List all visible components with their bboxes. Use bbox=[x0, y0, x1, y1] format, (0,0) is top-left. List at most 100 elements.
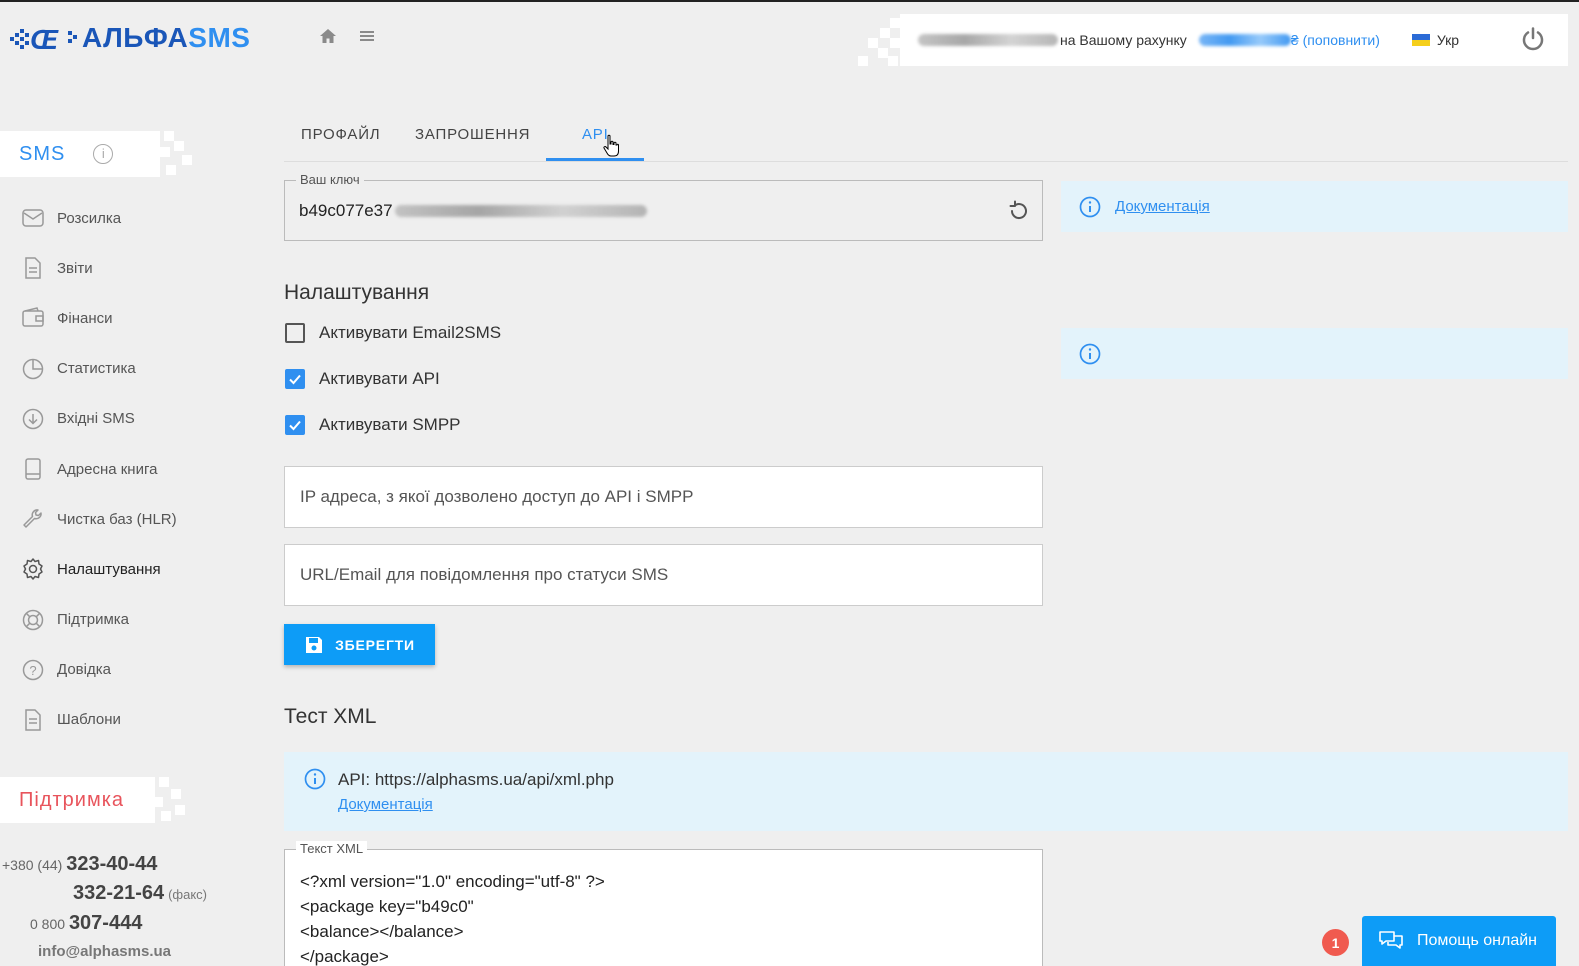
xml-text-field[interactable]: Текст XML <?xml version="1.0" encoding="… bbox=[284, 841, 1043, 966]
info-icon bbox=[304, 768, 326, 790]
online-help-label: Помощь онлайн bbox=[1417, 932, 1537, 949]
gear-icon bbox=[20, 556, 46, 582]
email2sms-checkbox-row[interactable]: Активувати Email2SMS bbox=[285, 323, 501, 343]
sidebar-item-address-book[interactable]: Адресна книга bbox=[20, 444, 177, 494]
xml-line: </package> bbox=[300, 947, 389, 966]
window-top-border bbox=[0, 0, 1579, 2]
sidebar-item-label: Чистка баз (HLR) bbox=[57, 510, 177, 528]
sidebar-item-label: Довідка bbox=[57, 661, 111, 679]
sidebar-menu: Розсилка Звіти Фінанси Статистика Вхідні… bbox=[20, 193, 177, 745]
wrench-icon bbox=[20, 506, 46, 532]
hand-cursor-icon bbox=[603, 134, 619, 157]
phone-number[interactable]: 323-40-44 bbox=[66, 853, 157, 875]
api-key-redacted bbox=[394, 205, 647, 217]
support-title-label: Підтримка bbox=[19, 788, 125, 811]
download-icon bbox=[20, 406, 46, 432]
svg-text:?: ? bbox=[29, 663, 36, 678]
sidebar-item-statistics[interactable]: Статистика bbox=[20, 344, 177, 394]
sidebar-item-incoming-sms[interactable]: Вхідні SMS bbox=[20, 394, 177, 444]
api-checkbox-row[interactable]: Активувати API bbox=[285, 369, 440, 389]
checkbox-label: Активувати Email2SMS bbox=[319, 323, 502, 342]
smpp-checkbox[interactable] bbox=[285, 415, 305, 435]
sidebar-item-label: Шаблони bbox=[57, 711, 121, 729]
sidebar-item-help[interactable]: ? Довідка bbox=[20, 645, 177, 695]
tab-invitations[interactable]: ЗАПРОШЕННЯ bbox=[415, 126, 530, 143]
info-icon[interactable]: i bbox=[93, 144, 114, 164]
online-help-button[interactable]: Помощь онлайн bbox=[1362, 916, 1556, 966]
xml-line: <?xml version="1.0" encoding="utf-8" ?> bbox=[300, 872, 605, 891]
api-key-legend: Ваш ключ bbox=[296, 172, 364, 187]
ip-address-field bbox=[284, 466, 1043, 528]
documentation-link[interactable]: Документація bbox=[1115, 198, 1210, 215]
xml-documentation-link[interactable]: Документація bbox=[338, 796, 614, 813]
notification-badge[interactable]: 1 bbox=[1322, 929, 1349, 956]
topup-link[interactable]: (поповнити) bbox=[1303, 32, 1380, 48]
api-key-value: b49c077e37 bbox=[299, 201, 647, 221]
power-icon[interactable] bbox=[1520, 26, 1546, 52]
api-key-visible: b49c077e37 bbox=[299, 201, 393, 220]
language-switch[interactable]: Укр bbox=[1411, 32, 1460, 48]
status-url-input[interactable] bbox=[285, 545, 1042, 605]
svg-text:Œ: Œ bbox=[30, 24, 59, 53]
sidebar-item-templates[interactable]: Шаблони bbox=[20, 695, 177, 745]
language-label: Укр bbox=[1436, 32, 1460, 48]
checkmark-icon bbox=[289, 374, 301, 385]
xml-api-info-panel: API: https://alphasms.ua/api/xml.php Док… bbox=[284, 752, 1568, 831]
sidebar-item-finance[interactable]: Фінанси bbox=[20, 293, 177, 343]
logo-text: АЛЬФАSMS bbox=[82, 22, 251, 53]
tab-profile[interactable]: ПРОФАЙЛ bbox=[301, 126, 380, 143]
api-checkbox[interactable] bbox=[285, 369, 305, 389]
sidebar-item-support[interactable]: Підтримка bbox=[20, 595, 177, 645]
sidebar-item-label: Підтримка bbox=[57, 611, 130, 629]
checkbox-label: Активувати SMPP bbox=[319, 415, 461, 434]
ukraine-flag-icon bbox=[1411, 34, 1430, 46]
info-icon bbox=[1079, 343, 1101, 364]
support-section-title: Підтримка bbox=[0, 777, 155, 823]
sidebar-item-settings[interactable]: Налаштування bbox=[20, 544, 177, 594]
ip-address-input[interactable] bbox=[285, 467, 1042, 527]
xml-api-url: API: https://alphasms.ua/api/xml.php bbox=[338, 770, 614, 789]
lifebuoy-icon bbox=[20, 607, 46, 633]
active-tab-indicator bbox=[546, 158, 644, 161]
settings-title: Налаштування bbox=[284, 281, 430, 304]
support-email[interactable]: info@alphasms.ua bbox=[2, 938, 207, 966]
smpp-checkbox-row[interactable]: Активувати SMPP bbox=[285, 415, 461, 435]
logo[interactable]: Œ АЛЬФАSMS bbox=[10, 22, 250, 54]
tabs: ПРОФАЙЛ ЗАПРОШЕННЯ API bbox=[284, 118, 1568, 162]
xml-line: <package key="b49c0" bbox=[300, 897, 474, 916]
chat-icon bbox=[1379, 931, 1403, 949]
sidebar-item-mailing[interactable]: Розсилка bbox=[20, 193, 177, 243]
sidebar-section-label: SMS bbox=[19, 142, 66, 165]
menu-icon[interactable] bbox=[356, 26, 378, 48]
phone-code: +380 (44) bbox=[2, 857, 63, 873]
book-icon bbox=[20, 456, 46, 482]
email2sms-checkbox[interactable] bbox=[285, 323, 305, 343]
sidebar-item-label: Налаштування bbox=[57, 560, 161, 578]
sidebar-item-label: Вхідні SMS bbox=[57, 410, 135, 428]
info-icon bbox=[1079, 196, 1101, 217]
save-button-label: ЗБЕРЕГТИ bbox=[335, 636, 415, 653]
sidebar-item-reports[interactable]: Звіти bbox=[20, 243, 177, 293]
logo-mark-icon: Œ bbox=[10, 24, 77, 53]
sidebar-item-label: Статистика bbox=[57, 360, 136, 378]
xml-line: <balance></balance> bbox=[300, 922, 464, 941]
account-name-redacted bbox=[918, 34, 1058, 46]
currency-symbol: ₴ bbox=[1290, 32, 1299, 48]
home-icon[interactable] bbox=[317, 26, 339, 48]
phone-code: 0 800 bbox=[30, 916, 66, 932]
floppy-disk-icon bbox=[306, 636, 323, 653]
settings-info-panel bbox=[1061, 328, 1568, 379]
sidebar-item-label: Звіти bbox=[57, 259, 93, 277]
wallet-icon bbox=[20, 305, 46, 331]
save-button[interactable]: ЗБЕРЕГТИ bbox=[284, 624, 435, 665]
checkbox-label: Активувати API bbox=[319, 369, 440, 388]
phone-number[interactable]: 307-444 bbox=[69, 912, 142, 934]
sidebar-item-hlr[interactable]: Чистка баз (HLR) bbox=[20, 494, 177, 544]
sidebar-item-label: Адресна книга bbox=[57, 460, 158, 478]
fax-number[interactable]: 332-21-64 bbox=[73, 882, 164, 904]
api-key-field[interactable]: Ваш ключ b49c077e37 bbox=[284, 172, 1043, 241]
fax-label: (факс) bbox=[168, 887, 207, 902]
documentation-panel: Документація bbox=[1061, 181, 1568, 232]
account-bar: на Вашому рахунку ₴ (поповнити) Укр bbox=[900, 14, 1568, 66]
refresh-icon[interactable] bbox=[1006, 199, 1030, 223]
